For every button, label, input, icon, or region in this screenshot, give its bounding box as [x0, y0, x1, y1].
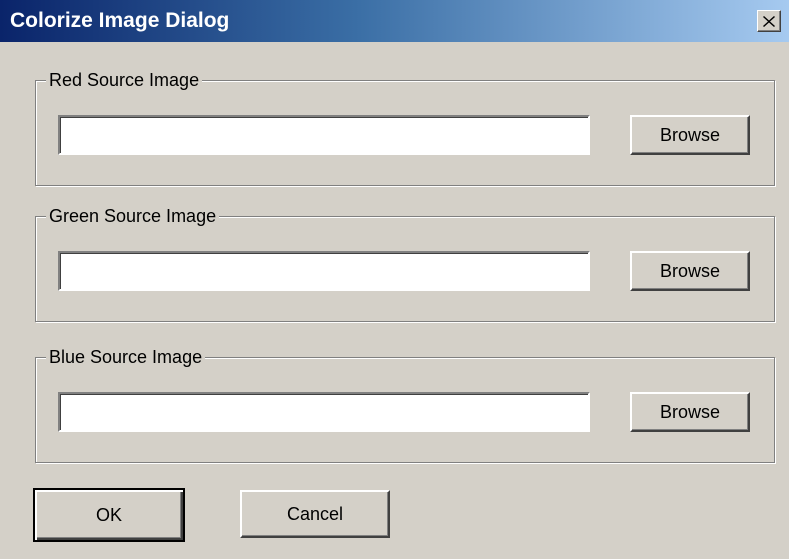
green-source-group: Green Source Image Browse: [35, 204, 775, 322]
colorize-image-dialog: Colorize Image Dialog Red Source Image B…: [0, 0, 789, 559]
red-source-group: Red Source Image Browse: [35, 68, 775, 186]
red-browse-button[interactable]: Browse: [630, 115, 750, 155]
red-source-label: Red Source Image: [46, 68, 203, 92]
ok-button[interactable]: OK: [33, 488, 185, 542]
green-browse-button[interactable]: Browse: [630, 251, 750, 291]
blue-source-label: Blue Source Image: [46, 345, 206, 369]
window-title: Colorize Image Dialog: [10, 9, 230, 32]
green-source-label: Green Source Image: [46, 204, 220, 228]
cancel-button[interactable]: Cancel: [240, 490, 390, 538]
blue-browse-button[interactable]: Browse: [630, 392, 750, 432]
green-source-input[interactable]: [58, 251, 590, 291]
blue-source-group: Blue Source Image Browse: [35, 345, 775, 463]
blue-source-input[interactable]: [58, 392, 590, 432]
red-source-input[interactable]: [58, 115, 590, 155]
close-icon: [763, 15, 775, 27]
close-button[interactable]: [757, 10, 781, 32]
title-bar[interactable]: Colorize Image Dialog: [0, 0, 789, 42]
